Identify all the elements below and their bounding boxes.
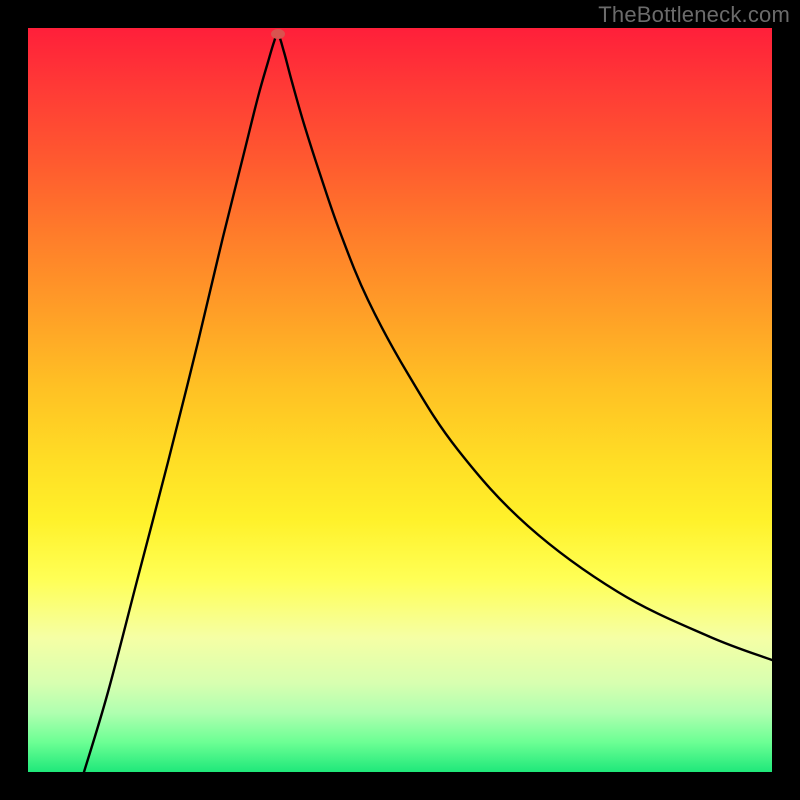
chart-frame: TheBottleneck.com: [0, 0, 800, 800]
minimum-marker: [271, 29, 285, 39]
plot-area: [28, 28, 772, 772]
bottleneck-curve: [28, 28, 772, 772]
watermark-text: TheBottleneck.com: [598, 2, 790, 28]
curve-path: [84, 34, 772, 772]
